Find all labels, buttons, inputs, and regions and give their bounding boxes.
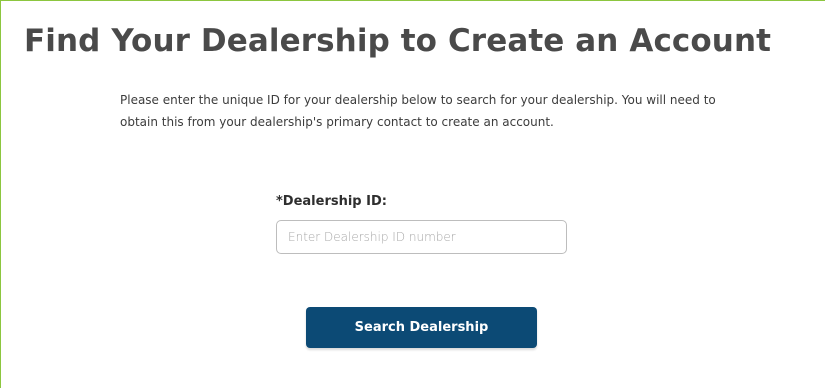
instructions-text: Please enter the unique ID for your deal… [120, 93, 716, 129]
dealership-id-label: *Dealership ID: [276, 194, 387, 209]
search-dealership-button[interactable]: Search Dealership [306, 307, 537, 348]
page-frame: Find Your Dealership to Create an Accoun… [0, 0, 825, 388]
dealership-id-input[interactable] [276, 220, 567, 254]
page-title: Find Your Dealership to Create an Accoun… [24, 23, 772, 59]
